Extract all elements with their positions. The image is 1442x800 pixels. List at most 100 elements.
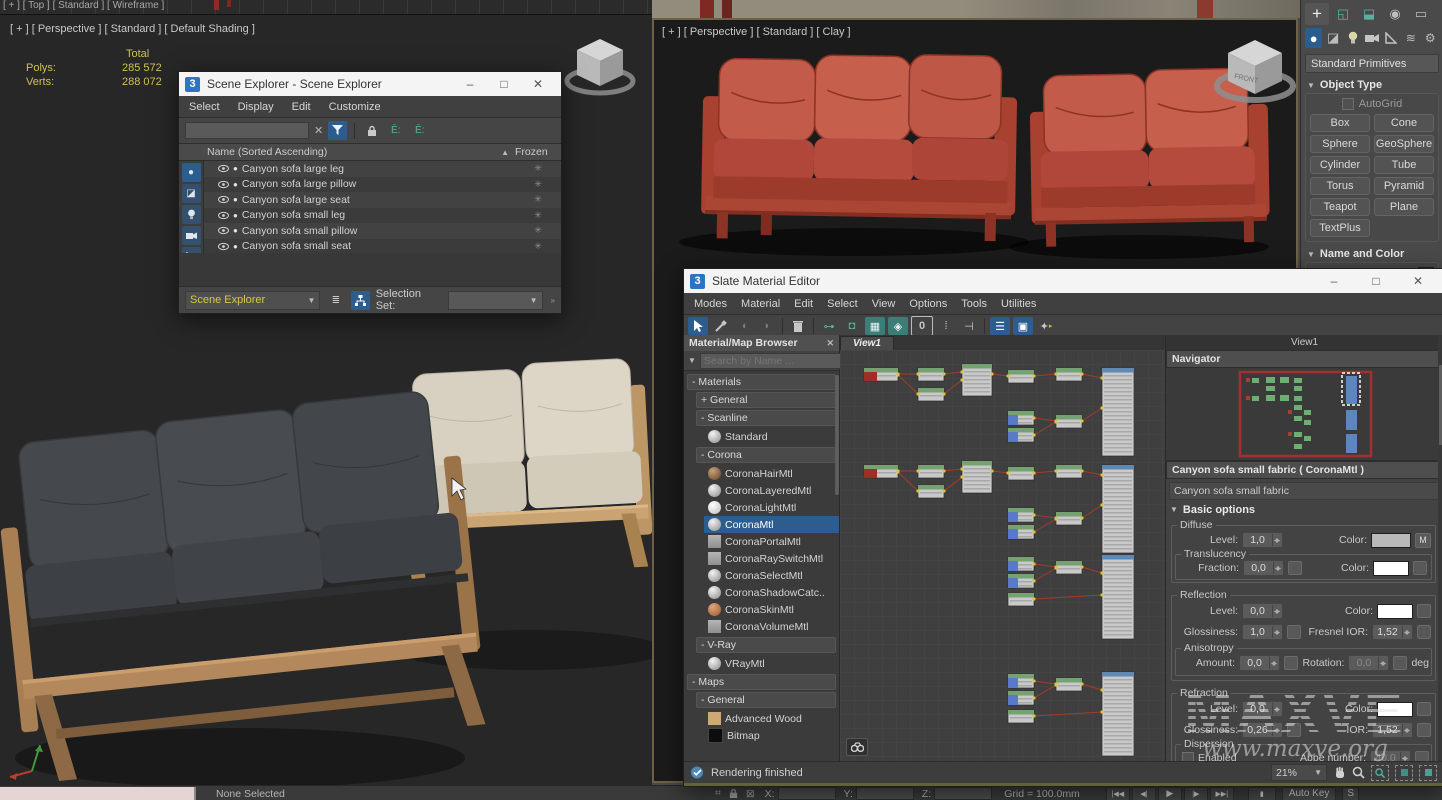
- fresnel-ior-spinner[interactable]: 1,52: [1372, 624, 1413, 640]
- menu-item[interactable]: Tools: [961, 298, 987, 310]
- refraction-ior-map-button[interactable]: [1417, 723, 1431, 737]
- menu-item[interactable]: Select: [189, 101, 220, 113]
- lights-filter-icon[interactable]: [182, 205, 201, 224]
- systems-category-icon[interactable]: ⚙: [1422, 28, 1439, 48]
- tool-icon-disabled[interactable]: ◖: [734, 317, 754, 335]
- navigator-minimap[interactable]: [1166, 368, 1442, 461]
- tool-icon-disabled[interactable]: ◗: [757, 317, 777, 335]
- browser-item[interactable]: - General: [696, 692, 836, 708]
- geometry-category-icon[interactable]: ●: [1305, 28, 1322, 48]
- move-children-icon[interactable]: ⊶: [819, 317, 839, 335]
- browser-item[interactable]: Advanced Wood: [704, 710, 839, 727]
- selectable-dot-icon[interactable]: ●: [233, 164, 238, 173]
- menu-item[interactable]: Select: [827, 298, 858, 310]
- cameras-category-icon[interactable]: [1363, 28, 1380, 48]
- explorer-row[interactable]: ● Canyon sofa small pillow ✳: [204, 223, 561, 239]
- reflection-glossiness-map-button[interactable]: [1287, 625, 1301, 639]
- selectable-dot-icon[interactable]: ●: [233, 242, 238, 251]
- transform-gizmo-icon[interactable]: ⌗: [715, 787, 721, 800]
- close-browser-icon[interactable]: ✕: [826, 338, 834, 349]
- hierarchy-tab-icon[interactable]: ⬓: [1357, 3, 1381, 25]
- anisotropy-rotation-spinner[interactable]: 0,0: [1348, 655, 1389, 671]
- object-type-button[interactable]: GeoSphere: [1374, 135, 1434, 153]
- explorer-type-dropdown[interactable]: Scene Explorer▼: [185, 291, 320, 310]
- name-column-header[interactable]: Name (Sorted Ascending): [207, 146, 327, 158]
- show-maps-icon[interactable]: ◈: [888, 317, 908, 335]
- key-mode-toggle-button[interactable]: ▮: [1248, 787, 1276, 800]
- maxscript-mini-listener[interactable]: [0, 787, 196, 800]
- filter-funnel-icon[interactable]: [328, 121, 347, 140]
- sort-ascending-icon[interactable]: ▲: [501, 148, 509, 157]
- params-scrollbar[interactable]: [1438, 335, 1442, 762]
- explorer-search-input[interactable]: [185, 122, 309, 139]
- object-type-button[interactable]: Teapot: [1310, 198, 1370, 216]
- explorer-row[interactable]: ● Canyon sofa small leg ✳: [204, 208, 561, 224]
- x-coordinate-field[interactable]: [778, 787, 836, 800]
- motion-tab-icon[interactable]: ◉: [1383, 3, 1407, 25]
- clear-search-icon[interactable]: ✕: [314, 124, 323, 137]
- selection-set-dropdown[interactable]: ▼: [448, 291, 542, 310]
- modify-tab-icon[interactable]: ◱: [1331, 3, 1355, 25]
- selectable-dot-icon[interactable]: ●: [233, 180, 238, 189]
- menu-item[interactable]: Customize: [329, 101, 381, 113]
- close-button[interactable]: ✕: [1401, 274, 1435, 288]
- frozen-toggle-icon[interactable]: ✳: [515, 225, 561, 236]
- browser-item[interactable]: - Corona: [696, 447, 836, 463]
- object-name[interactable]: Canyon sofa small pillow: [242, 225, 358, 237]
- explorer-row[interactable]: ● Canyon sofa small seat ✳: [204, 239, 561, 255]
- object-name[interactable]: Canyon sofa small leg: [242, 209, 345, 221]
- menu-item[interactable]: Modes: [694, 298, 727, 310]
- y-coordinate-field[interactable]: [856, 787, 914, 800]
- visibility-eye-icon[interactable]: [218, 164, 229, 173]
- helpers-category-icon[interactable]: [1383, 28, 1400, 48]
- object-name[interactable]: Canyon sofa large pillow: [242, 178, 356, 190]
- menu-item[interactable]: Material: [741, 298, 780, 310]
- visibility-eye-icon[interactable]: [218, 211, 229, 220]
- reflection-level-spinner[interactable]: 0,0: [1242, 603, 1283, 619]
- pick-material-eyedropper-icon[interactable]: [711, 317, 731, 335]
- auto-key-button[interactable]: Auto Key: [1282, 787, 1337, 800]
- menu-item[interactable]: Edit: [292, 101, 311, 113]
- select-by-material-icon[interactable]: ✦▸: [1036, 317, 1056, 335]
- frozen-toggle-icon[interactable]: ✳: [515, 210, 561, 221]
- browser-item[interactable]: CoronaMtl: [704, 516, 839, 533]
- zero-sample-icon[interactable]: 0: [911, 316, 933, 336]
- refraction-glossiness-spinner[interactable]: 0,26: [1242, 722, 1283, 738]
- zoom-extents-icon[interactable]: [1395, 765, 1413, 781]
- browser-item[interactable]: - V-Ray: [696, 637, 836, 653]
- anisotropy-rotation-map-button[interactable]: [1393, 656, 1407, 670]
- visibility-eye-icon[interactable]: [218, 195, 229, 204]
- browser-item[interactable]: CoronaLayeredMtl: [704, 482, 839, 499]
- browser-item[interactable]: CoronaVolumeMtl: [704, 618, 839, 635]
- browser-item[interactable]: - Materials: [687, 374, 836, 390]
- minimize-button[interactable]: –: [453, 77, 487, 91]
- reflection-color-map-button[interactable]: [1417, 604, 1431, 618]
- collapse-tree-icon[interactable]: Ē:: [410, 121, 429, 140]
- lights-category-icon[interactable]: [1344, 28, 1361, 48]
- browser-header[interactable]: Material/Map Browser ✕: [684, 335, 839, 351]
- browser-item[interactable]: CoronaSelectMtl: [704, 567, 839, 584]
- shapes-category-icon[interactable]: ◪: [1324, 28, 1341, 48]
- search-options-arrow-icon[interactable]: ▼: [688, 356, 696, 365]
- visibility-eye-icon[interactable]: [218, 226, 229, 235]
- material-params-header[interactable]: Canyon sofa small fabric ( CoronaMtl ): [1166, 461, 1442, 479]
- browser-item[interactable]: CoronaHairMtl: [704, 465, 839, 482]
- browser-item[interactable]: CoronaSkinMtl: [704, 601, 839, 618]
- reflection-color-swatch[interactable]: [1377, 604, 1413, 619]
- frozen-column-header[interactable]: Frozen: [509, 146, 561, 158]
- navigator-header[interactable]: Navigator: [1166, 350, 1442, 368]
- name-and-color-rollout-header[interactable]: ▼ Name and Color: [1305, 246, 1439, 262]
- browser-scrollbar[interactable]: [835, 375, 839, 495]
- visibility-eye-icon[interactable]: [218, 180, 229, 189]
- display-all-filter-icon[interactable]: ●: [182, 163, 201, 182]
- expand-tree-icon[interactable]: Ē:: [386, 121, 405, 140]
- renderer-toggle-icon[interactable]: ▣: [1013, 317, 1033, 335]
- selectable-dot-icon[interactable]: ●: [233, 211, 238, 220]
- explorer-row[interactable]: ● Canyon sofa large leg ✳: [204, 161, 561, 177]
- browser-item[interactable]: - Scanline: [696, 410, 836, 426]
- frozen-toggle-icon[interactable]: ✳: [515, 194, 561, 205]
- material-parameter-editor-icon[interactable]: ☰: [990, 317, 1010, 335]
- reflection-glossiness-spinner[interactable]: 1,0: [1242, 624, 1283, 640]
- explorer-row[interactable]: ● Canyon sofa large seat ✳: [204, 192, 561, 208]
- zoom-level-dropdown[interactable]: 21%▼: [1271, 764, 1327, 781]
